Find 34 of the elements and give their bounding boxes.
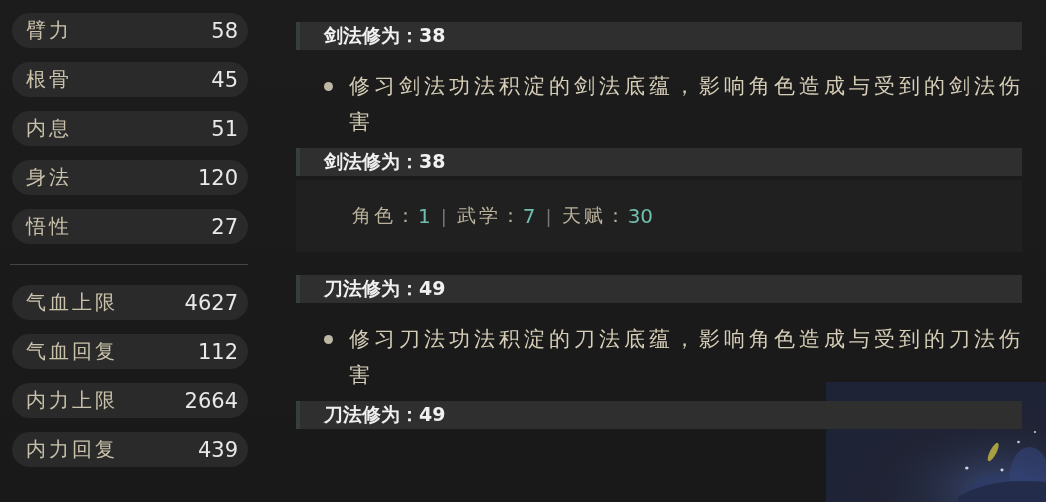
section-title: 刀法修为：49 — [324, 402, 446, 427]
stat-label: 气血上限 — [26, 289, 118, 316]
section-title: 刀法修为：49 — [324, 276, 446, 301]
bullet-icon — [324, 82, 333, 91]
breakdown-label: 角色： — [352, 203, 418, 228]
stat-label: 内息 — [26, 115, 72, 142]
breakdown-label: 天赋： — [561, 203, 628, 228]
stat-value: 51 — [211, 116, 238, 141]
stat-value: 45 — [211, 67, 238, 92]
stat-label: 内力回复 — [26, 436, 118, 463]
stat-value: 27 — [211, 214, 238, 239]
section-title: 剑法修为：38 — [324, 149, 446, 174]
stat-value: 120 — [197, 165, 238, 190]
stat-label: 臂力 — [26, 17, 72, 44]
breakdown-value: 1 — [418, 204, 431, 228]
stat-label: 悟性 — [26, 213, 72, 240]
breakdown-value: 30 — [627, 204, 654, 228]
section-title: 剑法修为：38 — [324, 23, 446, 48]
bullet-icon — [324, 335, 333, 344]
stat-label: 内力上限 — [26, 387, 118, 414]
breakdown-label: 武学： — [456, 203, 523, 228]
stat-value: 439 — [197, 437, 238, 462]
stat-value: 4627 — [184, 290, 238, 315]
description-text: 修习刀法功法积淀的刀法底蕴，影响角色造成与受到的刀法伤害 — [349, 326, 1025, 389]
separator: | — [440, 205, 447, 227]
description-text: 修习剑法功法积淀的剑法底蕴，影响角色造成与受到的剑法伤害 — [349, 73, 1025, 136]
stat-value: 112 — [197, 339, 238, 364]
separator: | — [545, 205, 552, 227]
stat-label: 根骨 — [26, 66, 72, 93]
stat-value: 58 — [211, 18, 238, 43]
stat-label: 气血回复 — [26, 338, 118, 365]
stat-label: 身法 — [26, 164, 72, 191]
breakdown-value: 7 — [522, 204, 536, 228]
stat-value: 2664 — [184, 388, 238, 413]
